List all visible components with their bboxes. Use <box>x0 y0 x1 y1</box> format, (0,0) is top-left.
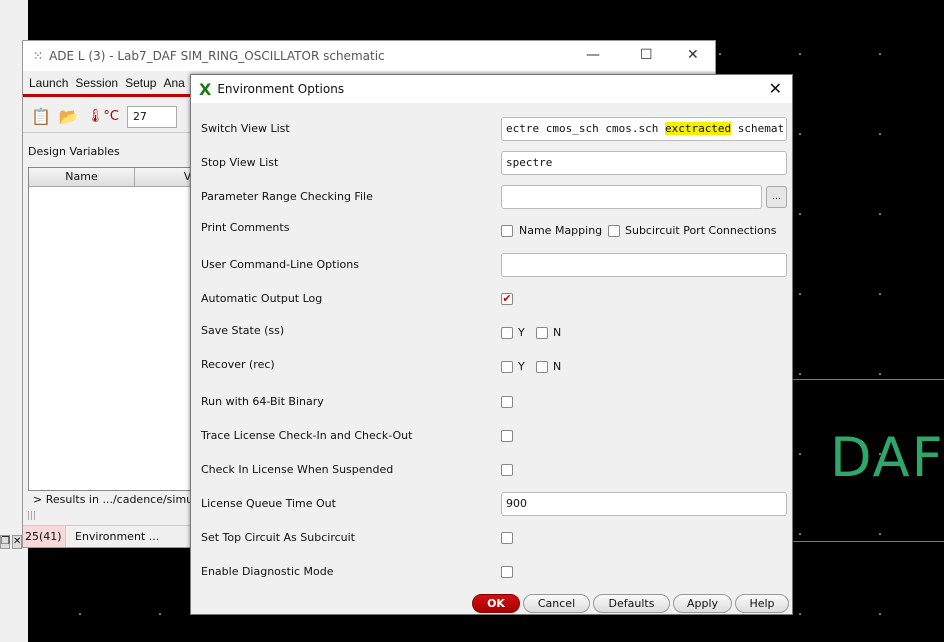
name-mapping-checkbox[interactable] <box>501 225 513 237</box>
maximize-icon[interactable]: ☐ <box>640 47 653 63</box>
top-subckt-label: Set Top Circuit As Subcircuit <box>201 531 355 544</box>
dialog-title: Environment Options <box>217 82 345 96</box>
trace-checkbox[interactable] <box>501 430 513 442</box>
ok-button[interactable]: OK <box>472 594 520 613</box>
browse-button[interactable]: ... <box>766 186 787 208</box>
param-range-input[interactable] <box>501 185 762 209</box>
switch-view-row: Switch View List ectre cmos_sch cmos.sch… <box>201 117 787 141</box>
stop-view-input[interactable]: spectre <box>501 151 787 175</box>
environment-options-dialog: X Environment Options ✕ Switch View List… <box>190 74 793 615</box>
help-button[interactable]: Help <box>735 594 789 613</box>
ade-title-bar: ⁙ ADE L (3) - Lab7_DAF SIM_RING_OSCILLAT… <box>23 41 715 71</box>
status-text: Environment ... <box>65 526 159 547</box>
diag-checkbox[interactable] <box>501 566 513 578</box>
close-icon[interactable]: ✕ <box>769 79 782 98</box>
queue-timeout-input[interactable]: 900 <box>501 492 787 516</box>
y-label: Y <box>518 360 525 373</box>
auto-log-label: Automatic Output Log <box>201 292 323 305</box>
schematic-label: DAF <box>830 426 944 489</box>
user-cmd-label: User Command-Line Options <box>201 258 359 271</box>
close-icon[interactable]: ✕ <box>12 535 22 549</box>
recover-y-checkbox[interactable] <box>501 361 513 373</box>
design-variables-label: Design Variables <box>28 145 120 158</box>
menu-launch[interactable]: Launch <box>29 76 68 90</box>
menu-analyses[interactable]: Ana <box>163 76 184 90</box>
dialog-title-bar: X Environment Options ✕ <box>191 75 792 103</box>
diag-label: Enable Diagnostic Mode <box>201 565 334 578</box>
n-label: N <box>553 326 562 339</box>
checkin-checkbox[interactable] <box>501 464 513 476</box>
switch-view-text: ectre cmos_sch cmos.sch <box>506 122 665 135</box>
highlighted-text: exctracted <box>664 122 732 135</box>
top-subckt-checkbox[interactable] <box>501 532 513 544</box>
window-controls: ❐ ✕ <box>0 535 22 551</box>
defaults-button[interactable]: Defaults <box>593 594 670 613</box>
run64-label: Run with 64-Bit Binary <box>201 395 324 408</box>
restore-icon[interactable]: ❐ <box>0 535 10 549</box>
status-bar: 25(41) Environment ... <box>23 525 193 547</box>
checkin-label: Check In License When Suspended <box>201 463 394 476</box>
save-state-y-checkbox[interactable] <box>501 327 513 339</box>
recover-label: Recover (rec) <box>201 358 275 371</box>
column-name[interactable]: Name <box>29 168 135 186</box>
auto-log-checkbox[interactable]: ✔ <box>501 293 513 305</box>
apply-button[interactable]: Apply <box>673 594 732 613</box>
splitter-grip[interactable]: ||| <box>27 511 36 521</box>
save-state-label: Save State (ss) <box>201 324 285 337</box>
menu-setup[interactable]: Setup <box>125 76 156 90</box>
design-variables-table[interactable]: Name V <box>28 167 241 491</box>
y-label: Y <box>518 326 525 339</box>
run64-checkbox[interactable] <box>501 396 513 408</box>
temperature-input[interactable]: 27 <box>126 105 177 128</box>
print-comments-label: Print Comments <box>201 221 290 234</box>
results-path: > Results in .../cadence/simulat <box>33 493 208 506</box>
queue-label: License Queue Time Out <box>201 497 336 510</box>
switch-view-input[interactable]: ectre cmos_sch cmos.sch exctracted schem… <box>501 117 787 141</box>
name-mapping-label: Name Mapping <box>519 224 603 237</box>
subckt-ports-checkbox[interactable] <box>608 225 620 237</box>
app-icon: ⁙ <box>33 49 44 63</box>
save-state-n-checkbox[interactable] <box>536 327 548 339</box>
menu-session[interactable]: Session <box>75 76 118 90</box>
user-cmd-input[interactable] <box>501 253 787 277</box>
trace-label: Trace License Check-In and Check-Out <box>201 429 413 442</box>
open-folder-icon[interactable]: 📂 <box>59 107 79 126</box>
schematic-wire <box>792 379 944 380</box>
subckt-ports-label: Subcircuit Port Connections <box>625 224 777 237</box>
thermometer-icon: 🌡°C <box>86 109 119 124</box>
close-icon[interactable]: ✕ <box>687 47 699 63</box>
n-label: N <box>553 360 562 373</box>
launch-icon[interactable]: 📋 <box>31 107 51 126</box>
x-logo-icon: X <box>199 79 212 99</box>
cancel-button[interactable]: Cancel <box>523 594 590 613</box>
param-range-label: Parameter Range Checking File <box>201 190 373 203</box>
stop-view-label: Stop View List <box>201 156 279 169</box>
switch-view-label: Switch View List <box>201 122 290 135</box>
minimize-icon[interactable]: — <box>586 47 600 63</box>
switch-view-text-end: schemat: <box>731 122 787 135</box>
status-count: 25(41) <box>23 526 65 547</box>
schematic-wire <box>792 541 944 542</box>
recover-n-checkbox[interactable] <box>536 361 548 373</box>
ade-title: ADE L (3) - Lab7_DAF SIM_RING_OSCILLATOR… <box>49 49 385 63</box>
